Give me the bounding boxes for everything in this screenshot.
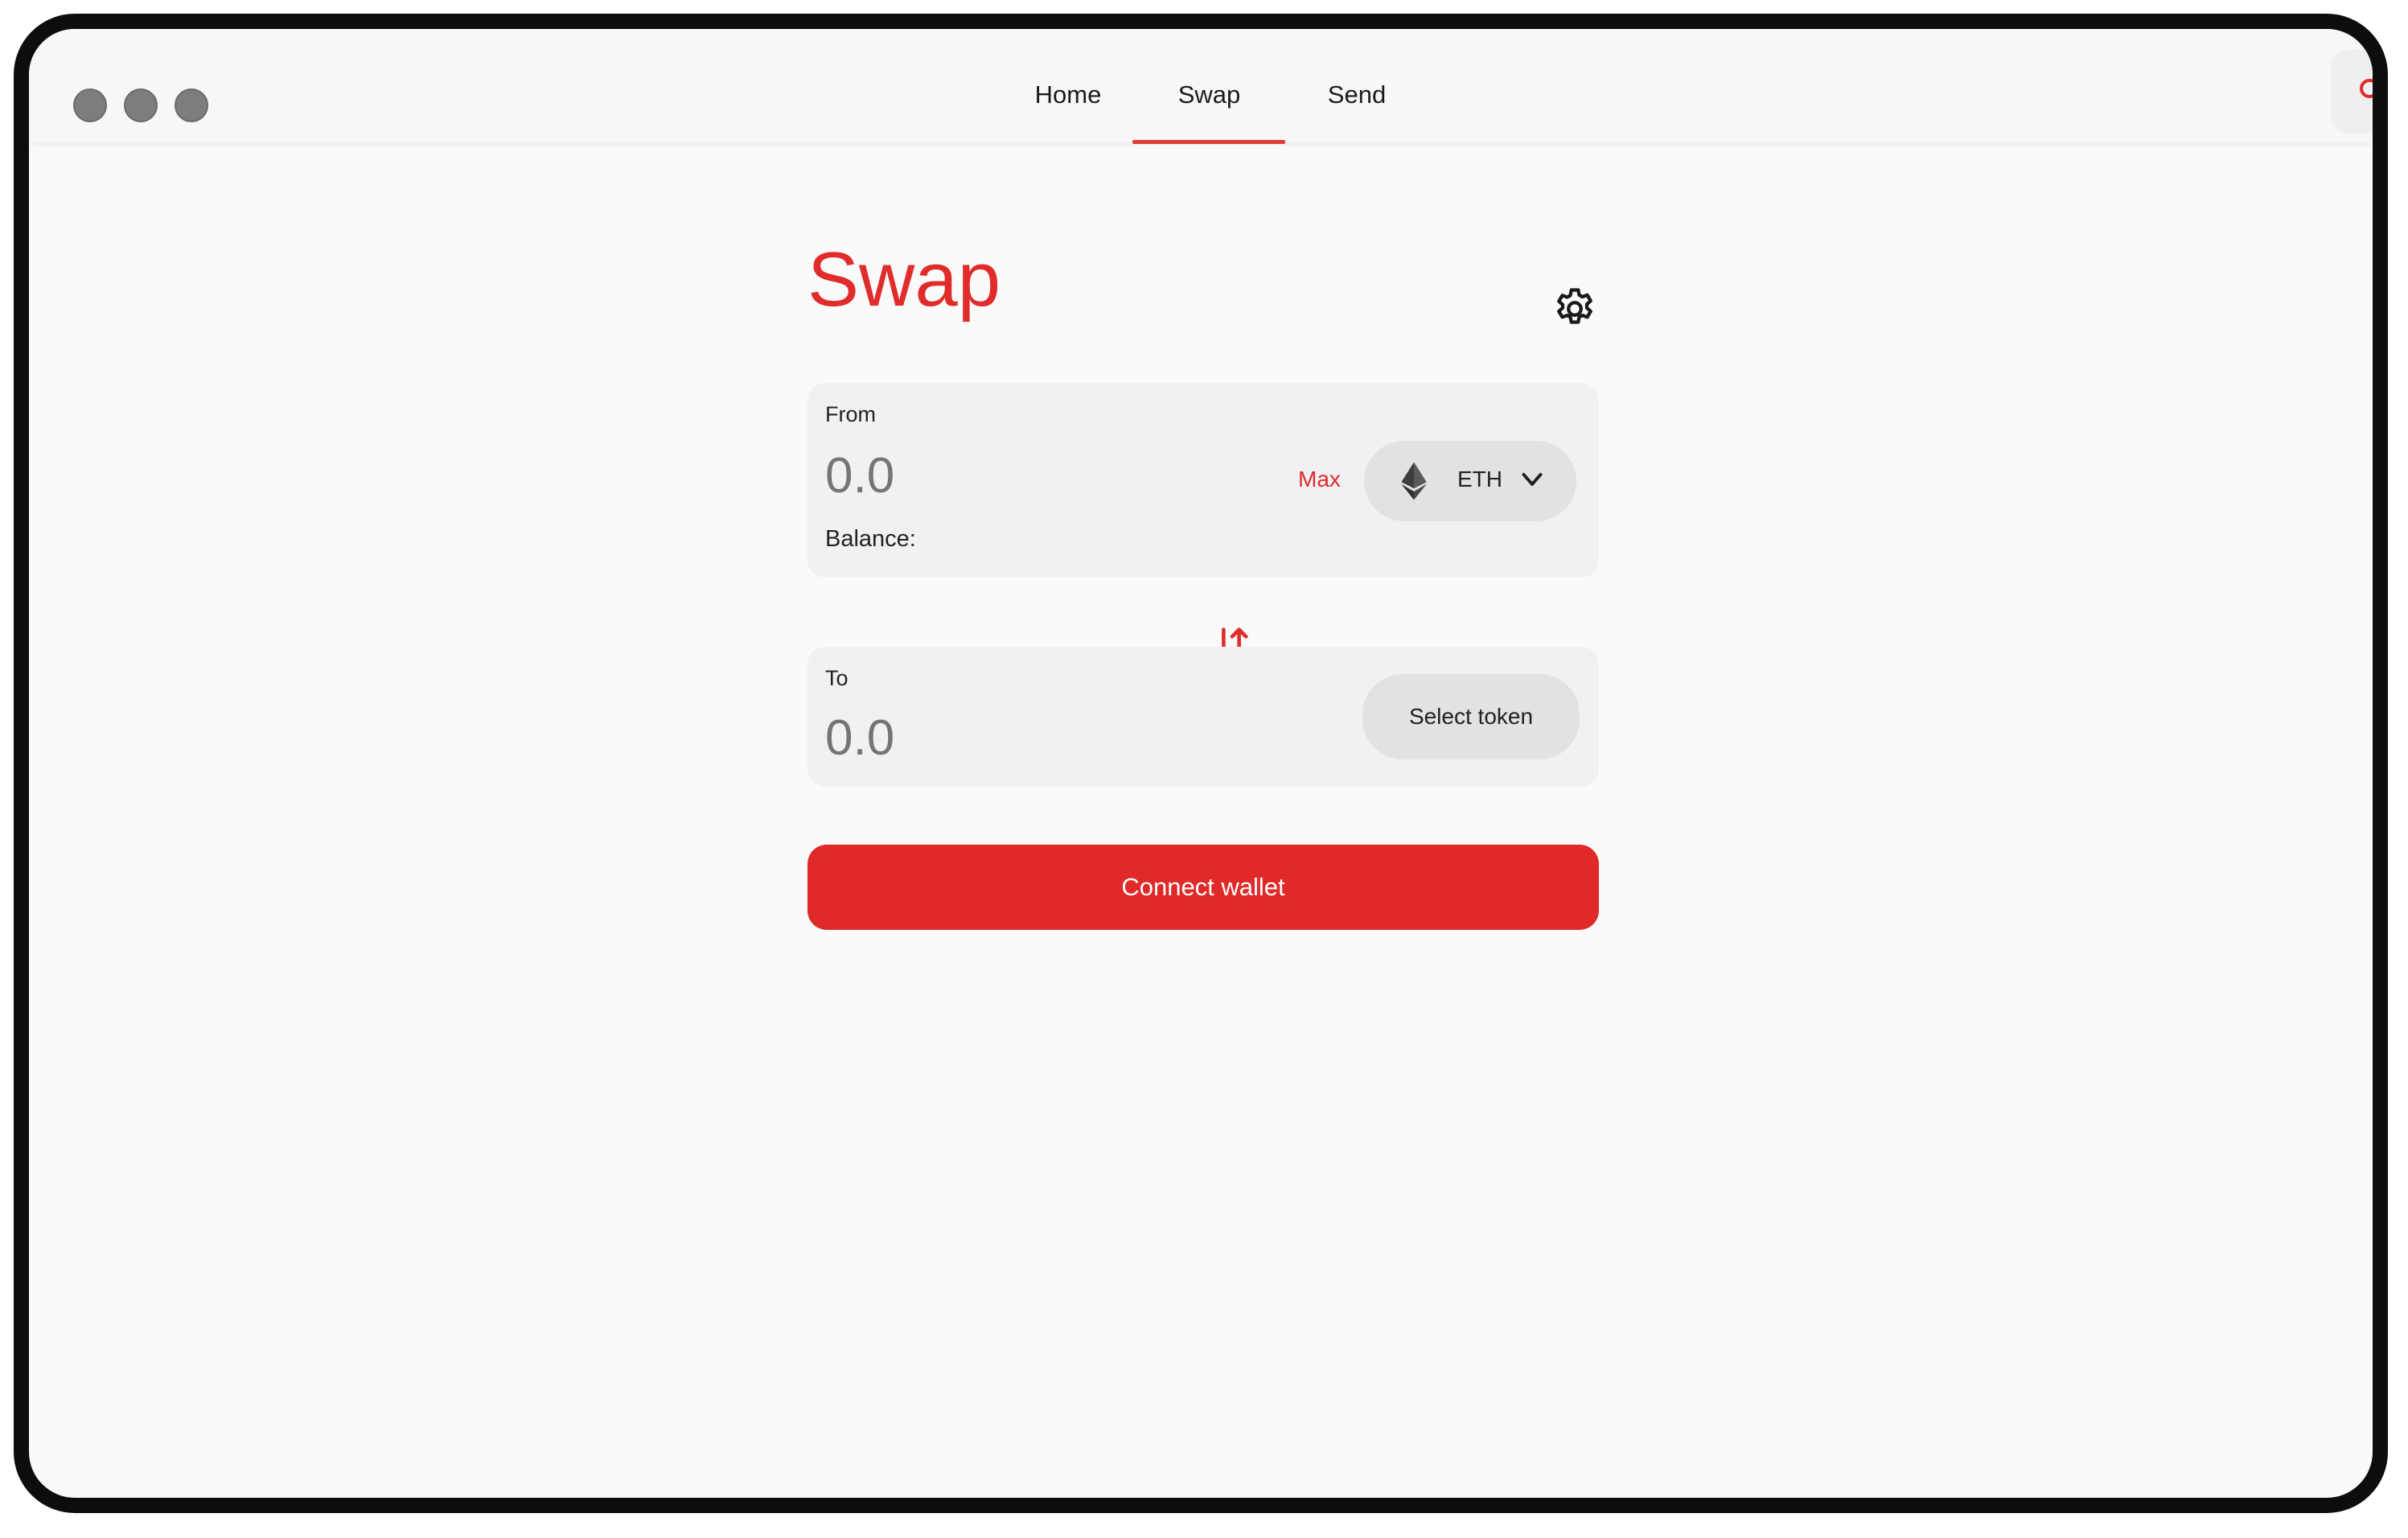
from-panel: From Max ETH Balance: [807,383,1599,578]
ethereum-icon [1401,462,1427,500]
select-token-button[interactable]: Select token [1362,674,1580,759]
window-maximize-dot[interactable] [175,88,208,122]
from-token-symbol: ETH [1457,467,1502,491]
nav-tab-send[interactable]: Send [1313,80,1401,109]
to-panel: To Select token [807,647,1599,787]
from-amount-input[interactable] [825,447,1243,504]
connect-wallet-button[interactable]: Connect wallet [807,845,1599,930]
page-title: Swap [807,236,1001,323]
account-button[interactable] [2331,50,2373,134]
from-label: From [825,402,876,426]
balance-label: Balance: [825,526,916,552]
nav-tab-swap[interactable]: Swap [1159,80,1259,109]
to-amount-input[interactable] [825,709,1243,767]
app-window: Home Swap Send Swap From Max ETH Balance… [14,14,2388,1513]
account-icon [2360,79,2373,98]
gear-icon[interactable] [1551,285,1599,333]
top-nav-bar: Home Swap Send [29,29,2373,144]
window-minimize-dot[interactable] [124,88,158,122]
active-tab-indicator [1132,140,1285,144]
to-label: To [825,666,849,690]
from-token-selector[interactable]: ETH [1364,441,1576,521]
nav-tab-home[interactable]: Home [1020,80,1116,109]
chevron-down-icon [1522,473,1543,486]
max-button[interactable]: Max [1298,467,1341,492]
window-close-dot[interactable] [73,88,107,122]
